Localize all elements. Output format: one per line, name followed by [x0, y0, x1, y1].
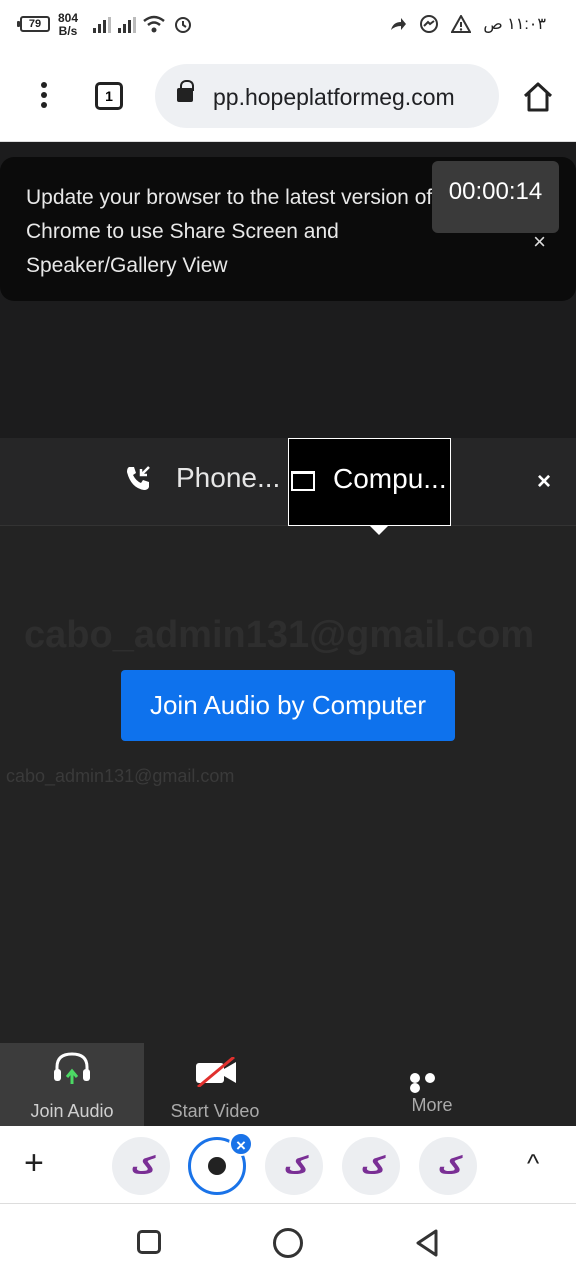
- start-video-label: Start Video: [170, 1101, 260, 1121]
- warning-icon: [451, 15, 472, 33]
- net-speed: 804 B/s: [58, 12, 78, 38]
- more-label: More: [411, 1095, 453, 1115]
- status-time: ١١:٠٣ ص: [483, 16, 546, 33]
- phone-icon: [127, 466, 150, 490]
- tab-phone-label: Phone...: [176, 462, 281, 493]
- join-audio-panel: Phone... Compu... × cabo_admin131@gmail.…: [0, 438, 576, 1043]
- update-banner-text: Update your browser to the latest versio…: [26, 186, 433, 277]
- tab-item[interactable]: ک: [419, 1137, 477, 1195]
- close-icon[interactable]: ×: [537, 468, 551, 496]
- meeting-timer: 00:00:14: [432, 161, 559, 233]
- start-video-button[interactable]: Start Video: [150, 1043, 280, 1126]
- signal-icon: [93, 17, 113, 33]
- browser-toolbar: 1 pp.hopeplatformeg.com: [0, 52, 576, 142]
- tab-computer-label: Compu...: [333, 463, 447, 494]
- tab-item[interactable]: ک: [265, 1137, 323, 1195]
- join-audio-button[interactable]: Join Audio: [0, 1043, 144, 1126]
- call-forward-icon: [391, 18, 407, 30]
- computer-icon: [291, 471, 315, 491]
- tab-item[interactable]: ک: [112, 1137, 170, 1195]
- new-tab-button[interactable]: +: [24, 1146, 44, 1180]
- tab-switcher-button[interactable]: 1: [95, 82, 123, 110]
- address-bar[interactable]: pp.hopeplatformeg.com: [155, 64, 499, 128]
- status-right: ١١:٠٣ ص: [389, 14, 546, 34]
- tab-phone[interactable]: Phone...: [124, 462, 280, 494]
- messenger-icon: [420, 15, 439, 33]
- video-off-icon: [196, 1057, 236, 1087]
- join-audio-label: Join Audio: [30, 1101, 114, 1121]
- site-favicon-icon: ک: [361, 1152, 386, 1179]
- more-button[interactable]: More: [380, 1043, 484, 1126]
- system-nav-bar: [0, 1204, 576, 1280]
- headset-icon: [54, 1052, 90, 1084]
- tab-computer[interactable]: Compu...: [288, 438, 451, 535]
- lock-icon: [177, 80, 194, 102]
- site-favicon-icon: ک: [438, 1152, 463, 1179]
- menu-icon[interactable]: [38, 82, 50, 112]
- chevron-up-icon[interactable]: ^: [527, 1148, 539, 1179]
- close-tab-icon[interactable]: ×: [229, 1132, 253, 1156]
- browser-tab-strip: + ک × ک ک ک ^: [0, 1126, 576, 1204]
- participant-email: cabo_admin131@gmail.com: [6, 766, 235, 786]
- net-speed-unit: B/s: [58, 24, 78, 38]
- globe-icon: [208, 1157, 226, 1175]
- participant-name-background: cabo_admin131@gmail.com: [24, 614, 535, 656]
- home-icon[interactable]: [521, 80, 555, 114]
- site-favicon-icon: ک: [284, 1152, 309, 1179]
- alarm-icon: [175, 17, 191, 33]
- recents-button[interactable]: [137, 1230, 161, 1254]
- site-favicon-icon: ک: [131, 1152, 156, 1179]
- tab-item-active[interactable]: ×: [188, 1132, 253, 1195]
- more-icon: [410, 1073, 454, 1093]
- home-nav-button[interactable]: [273, 1228, 303, 1258]
- wifi-icon: [143, 15, 165, 33]
- tab-item[interactable]: ک: [342, 1137, 400, 1195]
- back-icon[interactable]: [414, 1228, 440, 1258]
- join-audio-by-computer-button[interactable]: Join Audio by Computer: [121, 670, 455, 741]
- battery-level: 79: [28, 18, 42, 30]
- battery-icon: 79: [17, 16, 50, 32]
- meeting-toolbar: Join Audio Start Video More: [0, 1043, 576, 1126]
- url-text: pp.hopeplatformeg.com: [213, 84, 455, 110]
- audio-tabs: Phone... Compu... ×: [0, 438, 576, 535]
- status-bar: 79 804 B/s ١١:٠٣ ص: [0, 0, 576, 52]
- signal-icon: [118, 17, 138, 33]
